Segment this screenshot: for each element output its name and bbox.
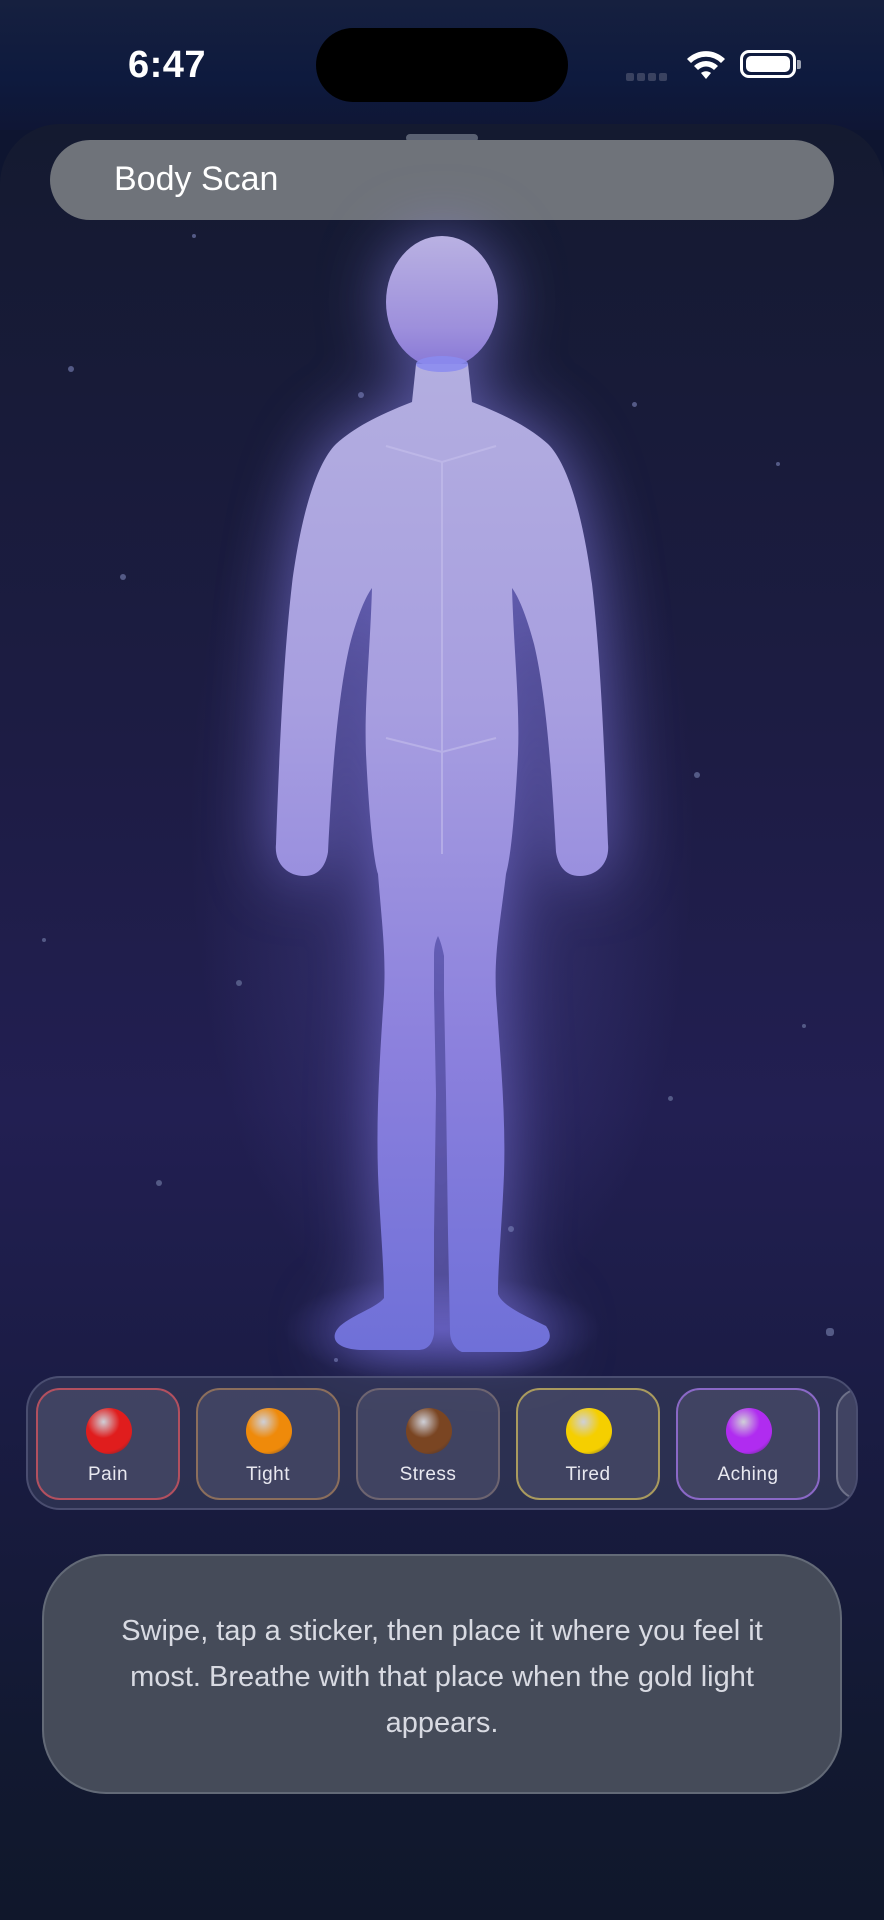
cellular-signal-icon: [626, 68, 672, 81]
page-title: Body Scan: [114, 160, 279, 198]
sticker-label: Pain: [87, 1464, 129, 1485]
stress-sticker-icon: [406, 1408, 452, 1454]
sticker-label: Tight: [245, 1464, 291, 1485]
sticker-aching[interactable]: Aching: [676, 1388, 820, 1500]
pain-sticker-icon: [86, 1408, 132, 1454]
aching-sticker-icon: [726, 1408, 772, 1454]
sticker-more[interactable]: [836, 1388, 856, 1500]
status-bar: 6:47: [0, 0, 884, 130]
tired-sticker-icon: [566, 1408, 612, 1454]
title-bar: Body Scan: [50, 140, 834, 220]
sticker-label: Tired: [565, 1464, 611, 1485]
sticker-label: Aching: [717, 1464, 779, 1485]
body-scan-sheet: Body Scan Pain Tight Stress Tired Aching…: [0, 124, 884, 1920]
body-silhouette: [275, 236, 609, 1352]
battery-icon: [740, 50, 801, 78]
sticker-label: Stress: [399, 1464, 457, 1485]
instruction-card: Swipe, tap a sticker, then place it wher…: [42, 1554, 842, 1794]
status-time: 6:47: [128, 44, 207, 86]
sticker-tired[interactable]: Tired: [516, 1388, 660, 1500]
body-map[interactable]: [250, 234, 634, 1464]
dynamic-island: [316, 28, 568, 102]
wifi-icon: [687, 51, 725, 79]
sticker-tight[interactable]: Tight: [196, 1388, 340, 1500]
sticker-stress[interactable]: Stress: [356, 1388, 500, 1500]
tight-sticker-icon: [246, 1408, 292, 1454]
sticker-pain[interactable]: Pain: [36, 1388, 180, 1500]
instruction-text: Swipe, tap a sticker, then place it wher…: [121, 1615, 763, 1739]
sticker-tray[interactable]: Pain Tight Stress Tired Aching: [26, 1376, 858, 1510]
